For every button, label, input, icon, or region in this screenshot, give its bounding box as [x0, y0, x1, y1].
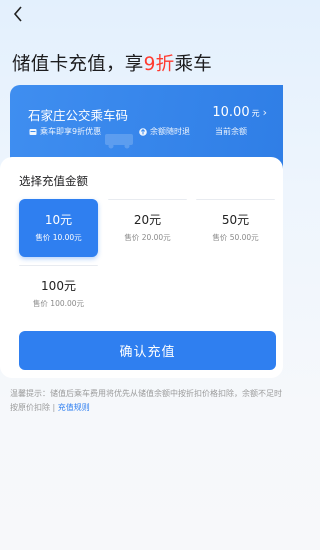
option-price: 售价 50.00元: [212, 233, 259, 242]
option-amount: 100元: [41, 279, 76, 293]
card-title: 石家庄公交乘车码: [28, 108, 129, 123]
amount-option-100[interactable]: 100元 售价 100.00元: [19, 265, 98, 323]
benefit-refund-label: 余额随时退: [150, 127, 190, 136]
amount-option-10[interactable]: 10元 售价 10.00元: [19, 199, 98, 257]
refund-icon: [138, 127, 147, 136]
back-button[interactable]: [8, 2, 28, 26]
amount-option-50[interactable]: 50元 售价 50.00元: [196, 199, 275, 257]
recharge-rules-link[interactable]: 充值规则: [58, 403, 90, 412]
section-title: 选择充值金额: [19, 174, 88, 188]
balance-unit: 元: [251, 109, 260, 118]
amount-option-20[interactable]: 20元 售价 20.00元: [108, 199, 187, 257]
balance-display[interactable]: 10.00 元 ›: [212, 105, 267, 120]
notice-text: 温馨提示：储值后乘车费用将优先从储值余额中按折扣价格扣除，余额不足时按原价扣除 …: [10, 387, 282, 414]
option-price: 售价 20.00元: [124, 233, 171, 242]
page-headline: 储值卡充值，享9折乘车: [12, 50, 212, 76]
option-amount: 10元: [44, 213, 73, 227]
notice-body: 温馨提示：储值后乘车费用将优先从储值余额中按折扣价格扣除，余额不足时按原价扣除 …: [10, 389, 282, 412]
option-amount: 20元: [133, 213, 162, 227]
headline-discount: 9折: [143, 54, 175, 75]
option-price: 售价 10.00元: [35, 233, 82, 242]
headline-suffix: 乘车: [174, 54, 213, 75]
card-icon: [28, 127, 37, 136]
benefit-refund: 余额随时退: [138, 126, 190, 137]
option-amount: 50元: [221, 213, 250, 227]
headline-prefix: 储值卡充值，享: [12, 54, 144, 75]
benefit-discount-label: 乘车即享9折优惠: [40, 127, 102, 136]
chevron-right-icon: ›: [262, 106, 267, 119]
balance-label: 当前余额: [215, 127, 247, 136]
bus-watermark-icon: [105, 134, 133, 149]
balance-value: 10.00: [212, 105, 250, 120]
option-price: 售价 100.00元: [32, 299, 85, 308]
benefit-discount: 乘车即享9折优惠: [28, 126, 101, 137]
chevron-left-icon: [13, 6, 22, 22]
confirm-recharge-button[interactable]: 确认充值: [19, 331, 276, 370]
